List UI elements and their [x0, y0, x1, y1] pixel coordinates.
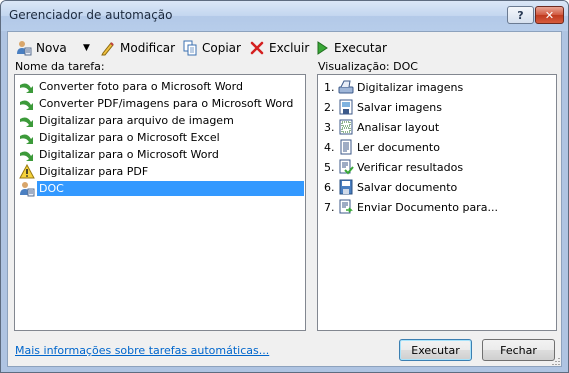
warning-icon	[19, 163, 35, 180]
close-button[interactable]: Fechar	[482, 339, 555, 361]
step-label: Analisar layout	[357, 120, 440, 134]
delete-button[interactable]: Excluir	[249, 38, 309, 58]
modify-label: Modificar	[120, 41, 176, 55]
run-label: Executar	[334, 41, 387, 55]
execute-button[interactable]: Executar	[399, 339, 472, 361]
step-item: 3. Analisar layout	[324, 118, 439, 136]
play-icon	[314, 40, 330, 56]
save-images-icon	[338, 99, 354, 115]
green-arrow-icon	[19, 147, 35, 163]
green-arrow-icon	[19, 130, 35, 146]
task-list[interactable]: Converter foto para o Microsoft Word Con…	[14, 74, 306, 331]
step-number: 5.	[324, 160, 335, 174]
send-document-icon	[338, 199, 354, 215]
task-item-selected[interactable]: DOC	[16, 180, 304, 197]
read-document-icon	[338, 139, 354, 155]
step-item: 7. Enviar Documento para...	[324, 198, 498, 216]
verify-icon	[338, 159, 354, 175]
preview-steps-list: 1. Digitalizar imagens 2. Salvar imagens…	[317, 74, 557, 331]
task-name-label: Nome da tarefa:	[15, 60, 105, 73]
chevron-down-icon: ▼	[83, 43, 90, 53]
task-item[interactable]: Converter foto para o Microsoft Word	[16, 78, 304, 95]
title-bar: Gerenciador de automação ? ✕	[1, 1, 568, 31]
new-task-dropdown[interactable]: ▼	[83, 38, 93, 58]
step-number: 1.	[324, 80, 335, 94]
step-item: 1. Digitalizar imagens	[324, 78, 463, 96]
close-window-button[interactable]: ✕	[535, 6, 564, 24]
resize-grip-icon[interactable]	[550, 355, 560, 365]
copy-button[interactable]: Copiar	[182, 38, 241, 58]
task-item[interactable]: Digitalizar para arquivo de imagem	[16, 112, 304, 129]
step-item: 5. Verificar resultados	[324, 158, 463, 176]
preview-label: Visualização: DOC	[318, 60, 418, 73]
step-label: Enviar Documento para...	[357, 200, 498, 214]
task-item[interactable]: Digitalizar para o Microsoft Word	[16, 146, 304, 163]
step-label: Verificar resultados	[357, 160, 464, 174]
copy-label: Copiar	[202, 41, 241, 55]
task-item-label: Digitalizar para o Microsoft Word	[39, 148, 219, 161]
step-label: Ler documento	[357, 140, 440, 154]
analyze-layout-icon	[338, 119, 354, 135]
run-button[interactable]: Executar	[314, 38, 387, 58]
new-task-button[interactable]: Nova	[16, 38, 67, 58]
copy-icon	[182, 40, 198, 56]
user-task-icon	[16, 40, 32, 56]
task-item-label: Digitalizar para arquivo de imagem	[39, 114, 234, 127]
step-label: Digitalizar imagens	[357, 80, 464, 94]
step-number: 3.	[324, 120, 335, 134]
task-item-label: Converter PDF/imagens para o Microsoft W…	[39, 97, 294, 110]
step-number: 2.	[324, 100, 335, 114]
step-label: Salvar imagens	[357, 100, 443, 114]
more-info-link[interactable]: Mais informações sobre tarefas automátic…	[15, 344, 269, 357]
toolbar: Nova ▼ Modificar Copiar Excluir Executar	[8, 34, 561, 60]
task-item[interactable]: Digitalizar para PDF	[16, 163, 304, 180]
delete-label: Excluir	[269, 41, 310, 55]
green-arrow-icon	[19, 96, 35, 112]
step-number: 7.	[324, 200, 335, 214]
help-button[interactable]: ?	[507, 6, 534, 24]
step-item: 2. Salvar imagens	[324, 98, 442, 116]
user-task-icon	[19, 181, 35, 197]
task-item-label: Digitalizar para o Microsoft Excel	[39, 131, 220, 144]
green-arrow-icon	[19, 79, 35, 95]
step-number: 6.	[324, 180, 335, 194]
window-title: Gerenciador de automação	[9, 8, 173, 22]
new-task-label: Nova	[36, 41, 67, 55]
task-item-label: DOC	[37, 181, 304, 196]
step-item: 4. Ler documento	[324, 138, 440, 156]
green-arrow-icon	[19, 113, 35, 129]
step-label: Salvar documento	[357, 180, 458, 194]
task-item[interactable]: Digitalizar para o Microsoft Excel	[16, 129, 304, 146]
task-item-label: Converter foto para o Microsoft Word	[39, 80, 243, 93]
step-number: 4.	[324, 140, 335, 154]
pencil-icon	[100, 40, 116, 56]
scanner-icon	[338, 79, 354, 95]
task-item-label: Digitalizar para PDF	[39, 165, 149, 178]
dialog-body: Nova ▼ Modificar Copiar Excluir Executar…	[7, 31, 562, 367]
save-icon	[338, 179, 354, 195]
modify-button[interactable]: Modificar	[100, 38, 175, 58]
delete-x-icon	[249, 40, 265, 56]
step-item: 6. Salvar documento	[324, 178, 457, 196]
automation-manager-window: Gerenciador de automação ? ✕ Nova ▼ Modi…	[0, 0, 569, 373]
task-item[interactable]: Converter PDF/imagens para o Microsoft W…	[16, 95, 304, 112]
